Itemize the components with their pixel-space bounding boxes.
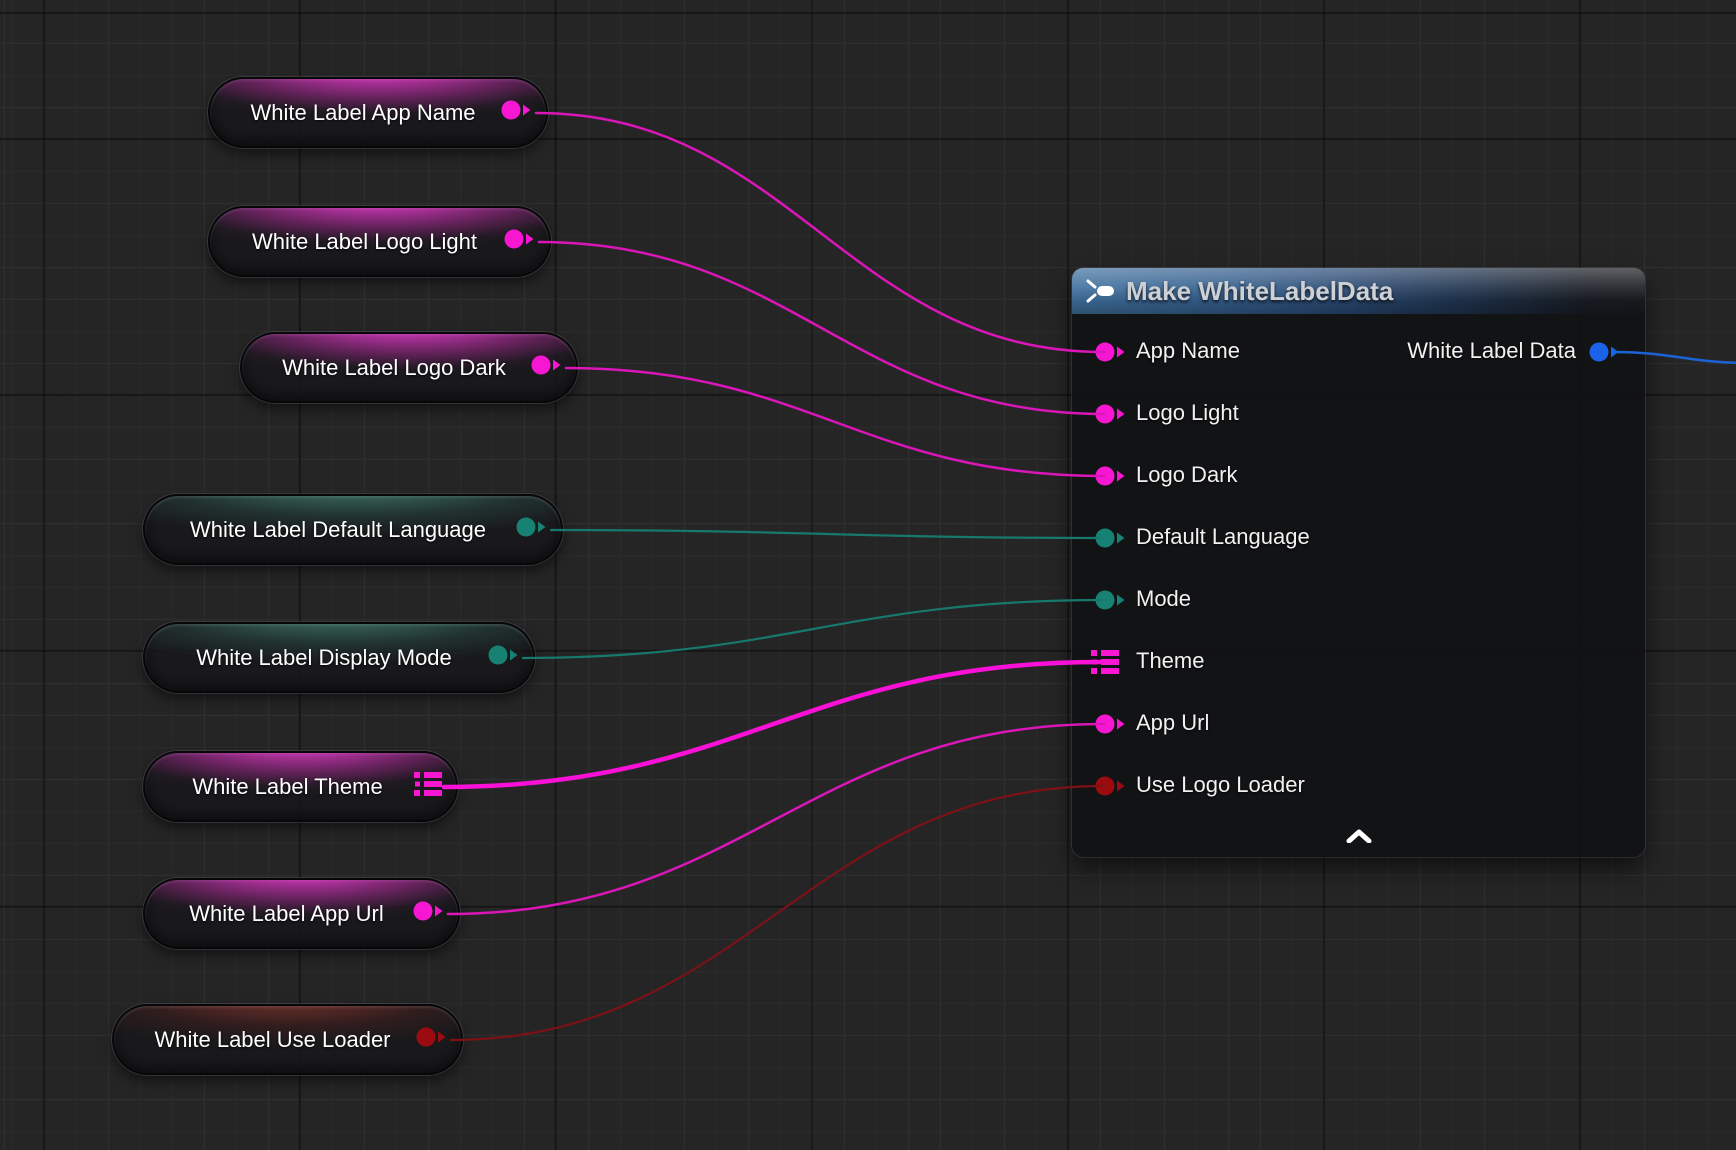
circle-pin-icon[interactable] <box>515 516 547 538</box>
circle-pin-icon[interactable] <box>412 900 444 922</box>
pin-label: App Name <box>1136 338 1240 364</box>
struct-pin-icon[interactable] <box>414 771 442 797</box>
circle-pin-icon[interactable] <box>500 99 532 121</box>
pin-label: App Url <box>1136 710 1209 736</box>
wire-white-label-display-mode[interactable] <box>523 600 1104 658</box>
pin-label: White Label Data <box>1407 338 1576 364</box>
output-pin[interactable] <box>487 644 519 671</box>
pin-label: Logo Light <box>1136 400 1239 426</box>
pin-label: Use Logo Loader <box>1136 772 1305 798</box>
getter-node-white-label-display-mode[interactable]: White Label Display Mode <box>143 622 535 693</box>
make-struct-icon <box>1086 279 1116 303</box>
getter-node-label: White Label Default Language <box>169 517 507 543</box>
getter-node-white-label-logo-dark[interactable]: White Label Logo Dark <box>240 332 578 403</box>
pin-label: Theme <box>1136 648 1204 674</box>
wire-white-label-app-url[interactable] <box>448 724 1104 914</box>
wire-white-label-default-language[interactable] <box>551 530 1104 538</box>
output-pin[interactable] <box>500 99 532 126</box>
circle-pin-icon[interactable] <box>415 1026 447 1048</box>
getter-node-white-label-app-name[interactable]: White Label App Name <box>208 77 548 148</box>
getter-node-label: White Label Use Loader <box>138 1027 407 1053</box>
circle-pin-icon[interactable] <box>503 228 535 250</box>
getter-node-white-label-theme[interactable]: White Label Theme <box>143 751 458 822</box>
getter-node-white-label-app-url[interactable]: White Label App Url <box>143 878 460 949</box>
output-pin[interactable] <box>412 900 444 927</box>
getter-node-white-label-use-loader[interactable]: White Label Use Loader <box>112 1004 463 1075</box>
wire-white-label-logo-light[interactable] <box>539 242 1104 414</box>
pin-label: Default Language <box>1136 524 1310 550</box>
output-pin[interactable] <box>515 516 547 543</box>
getter-node-label: White Label Theme <box>169 774 406 800</box>
getter-node-white-label-default-language[interactable]: White Label Default Language <box>143 494 563 565</box>
output-pin[interactable] <box>530 354 562 381</box>
make-node-title: Make WhiteLabelData <box>1126 276 1393 307</box>
getter-node-white-label-logo-light[interactable]: White Label Logo Light <box>208 206 551 277</box>
getter-node-label: White Label App Url <box>169 901 404 927</box>
collapse-node-button[interactable] <box>1329 823 1389 849</box>
wire-white-label-use-loader[interactable] <box>451 786 1104 1040</box>
circle-pin-icon[interactable] <box>530 354 562 376</box>
wire-white-label-theme[interactable] <box>444 662 1100 787</box>
getter-node-label: White Label Display Mode <box>169 645 479 671</box>
wire-white-label-app-name[interactable] <box>536 113 1104 352</box>
pin-label: Mode <box>1136 586 1191 612</box>
output-pin[interactable] <box>414 771 442 802</box>
make-whitelabeldata-node[interactable]: Make WhiteLabelData App Name Logo Light … <box>1072 268 1645 857</box>
getter-node-label: White Label Logo Light <box>234 229 495 255</box>
circle-pin-icon[interactable] <box>487 644 519 666</box>
wire-white-label-logo-dark[interactable] <box>566 368 1104 476</box>
chevron-up-icon <box>1345 829 1373 843</box>
output-pin[interactable] <box>503 228 535 255</box>
pin-label: Logo Dark <box>1136 462 1238 488</box>
make-node-header[interactable]: Make WhiteLabelData <box>1072 268 1645 314</box>
blueprint-graph-canvas[interactable]: White Label App Name White Label Logo Li… <box>0 0 1736 1150</box>
getter-node-label: White Label Logo Dark <box>266 355 522 381</box>
output-pin[interactable] <box>415 1026 447 1053</box>
getter-node-label: White Label App Name <box>234 100 492 126</box>
